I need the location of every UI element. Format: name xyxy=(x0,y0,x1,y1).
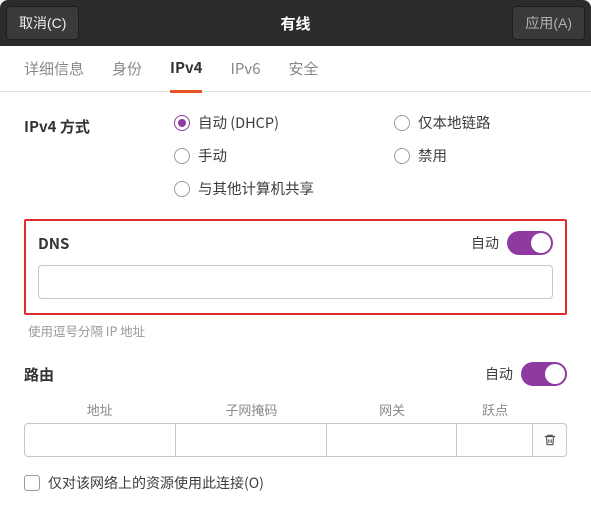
dns-section: DNS 自动 xyxy=(24,219,567,315)
trash-icon xyxy=(543,433,557,447)
content-area: IPv4 方式 自动 (DHCP) 仅本地链路 手动 禁用 与其他计算机共享 xyxy=(0,92,591,532)
radio-link-local[interactable]: 仅本地链路 xyxy=(394,112,491,133)
route-netmask-input[interactable] xyxy=(176,423,328,457)
tab-ipv6[interactable]: IPv6 xyxy=(230,46,260,91)
tab-bar: 详细信息 身份 IPv4 IPv6 安全 xyxy=(0,46,591,92)
radio-icon xyxy=(174,115,190,131)
titlebar: 取消(C) 有线 应用(A) xyxy=(0,0,591,46)
dns-input[interactable] xyxy=(38,265,553,299)
tab-ipv4[interactable]: IPv4 xyxy=(170,45,202,93)
routes-table: 地址 子网掩码 网关 跃点 xyxy=(24,396,567,457)
radio-disable[interactable]: 禁用 xyxy=(394,145,491,166)
col-metric: 跃点 xyxy=(457,396,533,423)
radio-icon xyxy=(174,148,190,164)
tab-security[interactable]: 安全 xyxy=(289,46,319,91)
route-metric-input[interactable] xyxy=(457,423,533,457)
ipv4-method-label: IPv4 方式 xyxy=(24,112,174,137)
window-title: 有线 xyxy=(280,13,310,34)
ipv4-method-options: 自动 (DHCP) 仅本地链路 手动 禁用 与其他计算机共享 xyxy=(174,112,491,199)
only-resources-checkbox[interactable]: 仅对该网络上的资源使用此连接(O) xyxy=(24,473,567,493)
radio-auto-dhcp[interactable]: 自动 (DHCP) xyxy=(174,112,374,133)
radio-icon xyxy=(394,115,410,131)
radio-label: 手动 xyxy=(198,145,227,166)
radio-label: 与其他计算机共享 xyxy=(198,178,314,199)
dns-title: DNS xyxy=(38,233,69,254)
table-row xyxy=(24,423,567,457)
cancel-button[interactable]: 取消(C) xyxy=(6,6,79,40)
col-gateway: 网关 xyxy=(327,396,457,423)
route-gateway-input[interactable] xyxy=(327,423,457,457)
tab-details[interactable]: 详细信息 xyxy=(24,46,84,91)
dns-auto-switch[interactable] xyxy=(507,231,553,255)
col-netmask: 子网掩码 xyxy=(176,396,328,423)
col-address: 地址 xyxy=(24,396,176,423)
routes-title: 路由 xyxy=(24,364,54,385)
checkbox-icon xyxy=(24,475,40,491)
radio-icon xyxy=(394,148,410,164)
routes-section: 路由 自动 地址 子网掩码 网关 跃点 xyxy=(24,362,567,493)
radio-label: 仅本地链路 xyxy=(418,112,491,133)
radio-icon xyxy=(174,181,190,197)
route-address-input[interactable] xyxy=(24,423,176,457)
dns-auto-label: 自动 xyxy=(471,233,499,253)
route-delete-button[interactable] xyxy=(533,423,567,457)
radio-label: 禁用 xyxy=(418,145,447,166)
radio-label: 自动 (DHCP) xyxy=(198,112,279,133)
radio-shared[interactable]: 与其他计算机共享 xyxy=(174,178,374,199)
apply-button[interactable]: 应用(A) xyxy=(512,6,585,40)
tab-identity[interactable]: 身份 xyxy=(112,46,142,91)
dns-helper-text: 使用逗号分隔 IP 地址 xyxy=(24,321,567,340)
ipv4-method-section: IPv4 方式 自动 (DHCP) 仅本地链路 手动 禁用 与其他计算机共享 xyxy=(24,112,567,199)
radio-manual[interactable]: 手动 xyxy=(174,145,374,166)
only-resources-label: 仅对该网络上的资源使用此连接(O) xyxy=(48,473,264,493)
routes-auto-switch[interactable] xyxy=(521,362,567,386)
routes-auto-label: 自动 xyxy=(485,364,513,384)
